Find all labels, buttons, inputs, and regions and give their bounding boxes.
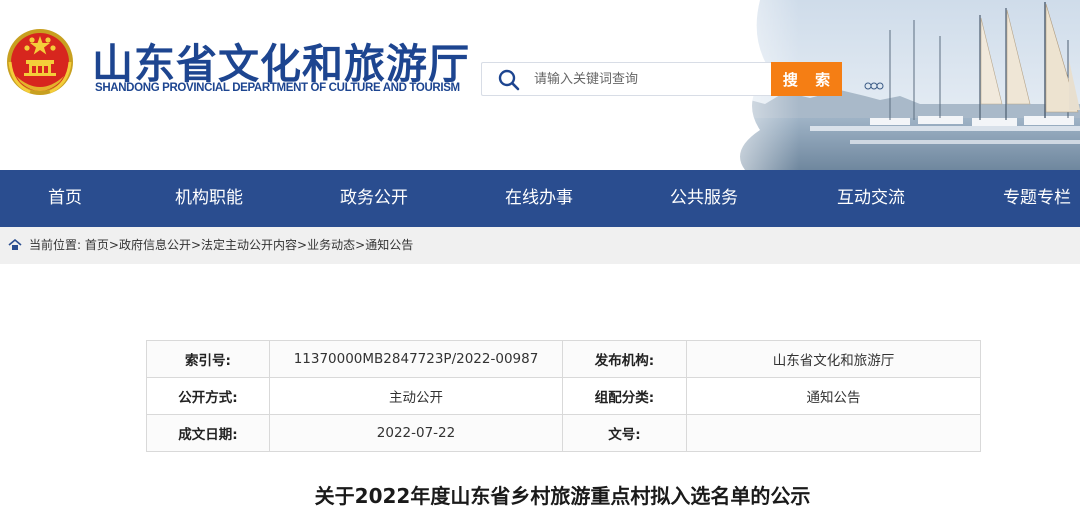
search-icon xyxy=(498,69,520,91)
document-meta-table: 索引号: 11370000MB2847723P/2022-00987 发布机构:… xyxy=(146,340,981,452)
search-box xyxy=(481,62,771,96)
table-row: 索引号: 11370000MB2847723P/2022-00987 发布机构:… xyxy=(146,340,981,378)
breadcrumb-link-business[interactable]: 业务动态 xyxy=(307,238,355,252)
nav-item-gov-info[interactable]: 政务公开 xyxy=(340,170,408,227)
meta-label-date: 成文日期: xyxy=(146,414,270,452)
breadcrumb-separator: > xyxy=(190,238,202,252)
site-title: 山东省文化和旅游厅 xyxy=(92,40,470,88)
meta-value-publisher: 山东省文化和旅游厅 xyxy=(686,340,981,378)
breadcrumb-separator: > xyxy=(108,238,119,252)
search-input[interactable] xyxy=(534,63,764,95)
home-icon xyxy=(8,239,22,250)
meta-label-index-no: 索引号: xyxy=(146,340,270,378)
search-button[interactable]: 搜 索 xyxy=(771,62,842,96)
nav-item-functions[interactable]: 机构职能 xyxy=(175,170,243,227)
meta-label-category: 组配分类: xyxy=(562,377,687,415)
table-row: 成文日期: 2022-07-22 文号: xyxy=(146,414,981,452)
breadcrumb: 当前位置: 首页>政府信息公开>法定主动公开内容>业务动态>通知公告 xyxy=(0,227,1080,264)
breadcrumb-separator: > xyxy=(355,238,366,252)
breadcrumb-label: 当前位置: xyxy=(29,238,82,252)
main-nav: 首页 机构职能 政务公开 在线办事 公共服务 互动交流 专题专栏 xyxy=(0,170,1080,227)
meta-label-doc-no: 文号: xyxy=(562,414,687,452)
meta-value-date: 2022-07-22 xyxy=(269,414,563,452)
site-subtitle: SHANDONG PROVINCIAL DEPARTMENT OF CULTUR… xyxy=(95,82,460,94)
meta-label-publisher: 发布机构: xyxy=(562,340,687,378)
meta-value-index-no: 11370000MB2847723P/2022-00987 xyxy=(269,340,563,378)
meta-value-disclosure-mode: 主动公开 xyxy=(269,377,563,415)
nav-item-public-service[interactable]: 公共服务 xyxy=(670,170,738,227)
meta-label-disclosure-mode: 公开方式: xyxy=(146,377,270,415)
breadcrumb-link-statutory[interactable]: 法定主动公开内容 xyxy=(201,238,297,252)
breadcrumb-separator: > xyxy=(297,238,308,252)
nav-item-home[interactable]: 首页 xyxy=(48,170,82,227)
breadcrumb-link-gov-info[interactable]: 政府信息公开 xyxy=(119,238,191,252)
article-title: 关于2022年度山东省乡村旅游重点村拟入选名单的公示 xyxy=(314,484,811,508)
nav-item-online-service[interactable]: 在线办事 xyxy=(505,170,573,227)
breadcrumb-trail: 当前位置: 首页>政府信息公开>法定主动公开内容>业务动态>通知公告 xyxy=(29,227,413,264)
meta-value-doc-no xyxy=(686,414,981,452)
national-emblem-icon xyxy=(7,29,73,95)
meta-value-category: 通知公告 xyxy=(686,377,981,415)
breadcrumb-link-notice[interactable]: 通知公告 xyxy=(365,238,413,252)
nav-item-special-topics[interactable]: 专题专栏 xyxy=(1003,170,1071,227)
site-header: 山东省文化和旅游厅 SHANDONG PROVINCIAL DEPARTMENT… xyxy=(0,0,1080,170)
table-row: 公开方式: 主动公开 组配分类: 通知公告 xyxy=(146,377,981,415)
breadcrumb-link-home[interactable]: 首页 xyxy=(85,238,109,252)
nav-item-interaction[interactable]: 互动交流 xyxy=(837,170,905,227)
